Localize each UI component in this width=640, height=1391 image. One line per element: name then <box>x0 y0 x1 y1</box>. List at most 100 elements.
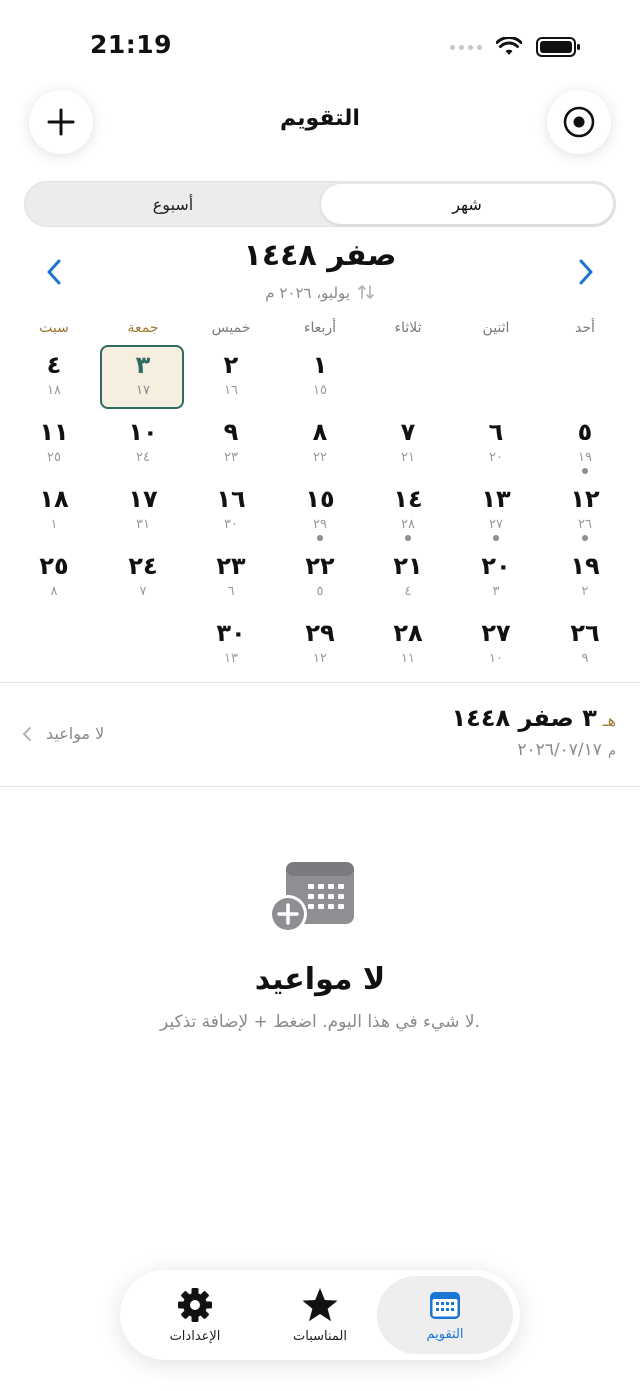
day-cell[interactable]: ٥ ١٩ <box>541 414 629 478</box>
gregorian-day-number: ٩ <box>581 651 589 666</box>
tab-calendar[interactable]: التقويم <box>377 1276 513 1354</box>
gregorian-day-number: ٢٣ <box>224 450 238 465</box>
day-cell[interactable]: ١٧ ٣١ <box>99 481 187 545</box>
gregorian-day-number: ٦ <box>227 584 235 599</box>
tab-occasions[interactable]: المناسبات <box>252 1276 388 1354</box>
weekday-label: جمعة <box>127 320 159 336</box>
day-cell[interactable]: ٢١ ٤ <box>364 548 452 612</box>
gregorian-day-number: ١٠ <box>489 651 503 666</box>
day-cell[interactable]: ١٩ ٢ <box>541 548 629 612</box>
hijri-day-number: ٢٦ <box>570 619 600 647</box>
hijri-day-number: ٥ <box>577 418 593 446</box>
weekday-label: سبت <box>39 320 69 336</box>
selected-day-hijri-text: ٣ صفر ١٤٤٨ <box>451 704 597 732</box>
gear-icon <box>178 1287 212 1322</box>
hijri-day-number: ١٠ <box>128 418 158 446</box>
day-cell[interactable]: ١ ١٥ <box>276 347 364 411</box>
day-cell[interactable]: ١٢ ٢٦ <box>541 481 629 545</box>
selected-day-hijri: هـ ٣ صفر ١٤٤٨ <box>452 704 616 732</box>
tab-settings-label: الإعدادات <box>169 1328 221 1344</box>
day-cell[interactable]: ٢٢ ٥ <box>276 548 364 612</box>
gregorian-month-label: يوليو، ٢٠٢٦ م <box>265 284 350 302</box>
gregorian-day-number: ٢٧ <box>489 517 503 532</box>
gregorian-day-number: ٢٢ <box>313 450 327 465</box>
day-cell[interactable]: ٢٩ ١٢ <box>276 615 364 679</box>
hijri-day-number: ٩ <box>223 418 239 446</box>
day-cell[interactable]: ٢٦ ٩ <box>541 615 629 679</box>
weekday-label: أحد <box>575 320 595 336</box>
day-cell[interactable]: ٧ ٢١ <box>364 414 452 478</box>
hijri-day-number: ٢ <box>223 351 239 379</box>
gregorian-day-number: ١٨ <box>47 383 61 398</box>
day-cell-selected[interactable]: ٣ ١٧ <box>99 345 187 411</box>
hijri-day-number: ١٦ <box>216 485 246 513</box>
day-cell[interactable]: ٨ ٢٢ <box>276 414 364 478</box>
calendar-icon <box>430 1291 460 1319</box>
day-cell[interactable]: ٢٤ ٧ <box>99 548 187 612</box>
hijri-day-number: ٢٧ <box>481 619 511 647</box>
gregorian-day-number: ٧ <box>139 584 147 599</box>
hijri-day-number: ٣٠ <box>216 619 246 647</box>
day-cell[interactable]: ١٤ ٢٨ <box>364 481 452 545</box>
calendar-add-icon <box>268 860 358 938</box>
day-cell[interactable]: ٢ ١٦ <box>187 347 275 411</box>
gregorian-day-number: ٢٤ <box>136 450 150 465</box>
hijri-day-number: ٢٤ <box>128 552 158 580</box>
gregorian-subtitle[interactable]: يوليو، ٢٠٢٦ م <box>0 284 640 302</box>
wifi-icon <box>496 37 522 55</box>
locate-today-button[interactable] <box>547 90 611 154</box>
hijri-day-number: ٤ <box>46 351 62 379</box>
day-cell[interactable]: ٢٠ ٣ <box>452 548 540 612</box>
tab-occasions-label: المناسبات <box>293 1328 347 1344</box>
target-icon <box>563 106 595 138</box>
hijri-day-number: ٢٩ <box>305 619 335 647</box>
day-cell[interactable]: ٤ ١٨ <box>10 347 98 411</box>
hijri-day-number: ٨ <box>312 418 328 446</box>
gregorian-day-number: ٢٩ <box>313 517 327 532</box>
gregorian-day-number: ٢٦ <box>578 517 592 532</box>
gregorian-day-number: ٢٨ <box>401 517 415 532</box>
day-cell[interactable]: ٢٨ ١١ <box>364 615 452 679</box>
day-cell[interactable]: ٢٥ ٨ <box>10 548 98 612</box>
weekday-label: ثلاثاء <box>394 320 422 336</box>
day-cell[interactable]: ١٣ ٢٧ <box>452 481 540 545</box>
hijri-day-number: ١ <box>312 351 328 379</box>
hijri-day-number: ١١ <box>39 418 69 446</box>
gregorian-day-number: ١٢ <box>313 651 327 666</box>
day-cell[interactable]: ١٨ ١ <box>10 481 98 545</box>
event-dot-icon <box>582 535 588 541</box>
gregorian-day-number: ٤ <box>404 584 412 599</box>
day-cell[interactable]: ٦ ٢٠ <box>452 414 540 478</box>
day-cell[interactable]: ١٠ ٢٤ <box>99 414 187 478</box>
empty-state-title: لا مواعيد <box>254 962 386 997</box>
day-cell[interactable]: ١٥ ٢٩ <box>276 481 364 545</box>
gregorian-day-number: ١٥ <box>313 383 327 398</box>
day-cell[interactable]: ٢٣ ٦ <box>187 548 275 612</box>
event-dot-icon <box>582 468 588 474</box>
day-cell[interactable]: ٢٧ ١٠ <box>452 615 540 679</box>
gregorian-day-number: ٥ <box>316 584 324 599</box>
day-cell[interactable]: ٣٠ ١٣ <box>187 615 275 679</box>
tab-week[interactable]: أسبوع <box>27 184 319 224</box>
event-dot-icon <box>493 535 499 541</box>
gregorian-day-number: ١٩ <box>578 450 592 465</box>
appointments-link[interactable]: لا مواعيد <box>22 724 104 743</box>
weekday-label: أربعاء <box>303 320 337 336</box>
day-cell[interactable]: ٩ ٢٣ <box>187 414 275 478</box>
day-cell[interactable]: ١١ ٢٥ <box>10 414 98 478</box>
hijri-day-number: ٢١ <box>393 552 423 580</box>
tab-calendar-label: التقويم <box>426 1326 464 1342</box>
month-title: صفر ١٤٤٨ <box>243 238 397 273</box>
status-icons <box>450 36 582 58</box>
gregorian-day-number: ١٧ <box>136 383 150 398</box>
appointments-link-label: لا مواعيد <box>46 724 105 743</box>
tab-month[interactable]: شهر <box>321 184 613 224</box>
day-cell[interactable]: ١٦ ٣٠ <box>187 481 275 545</box>
gregorian-day-number: ٢٠ <box>489 450 503 465</box>
hijri-day-number: ٢٢ <box>305 552 335 580</box>
tab-settings[interactable]: الإعدادات <box>127 1276 263 1354</box>
weekday-label: خميس <box>211 320 251 336</box>
gregorian-day-number: ١٣ <box>224 651 238 666</box>
gregorian-day-number: ٣١ <box>136 517 150 532</box>
swap-arrows-icon <box>357 285 374 299</box>
